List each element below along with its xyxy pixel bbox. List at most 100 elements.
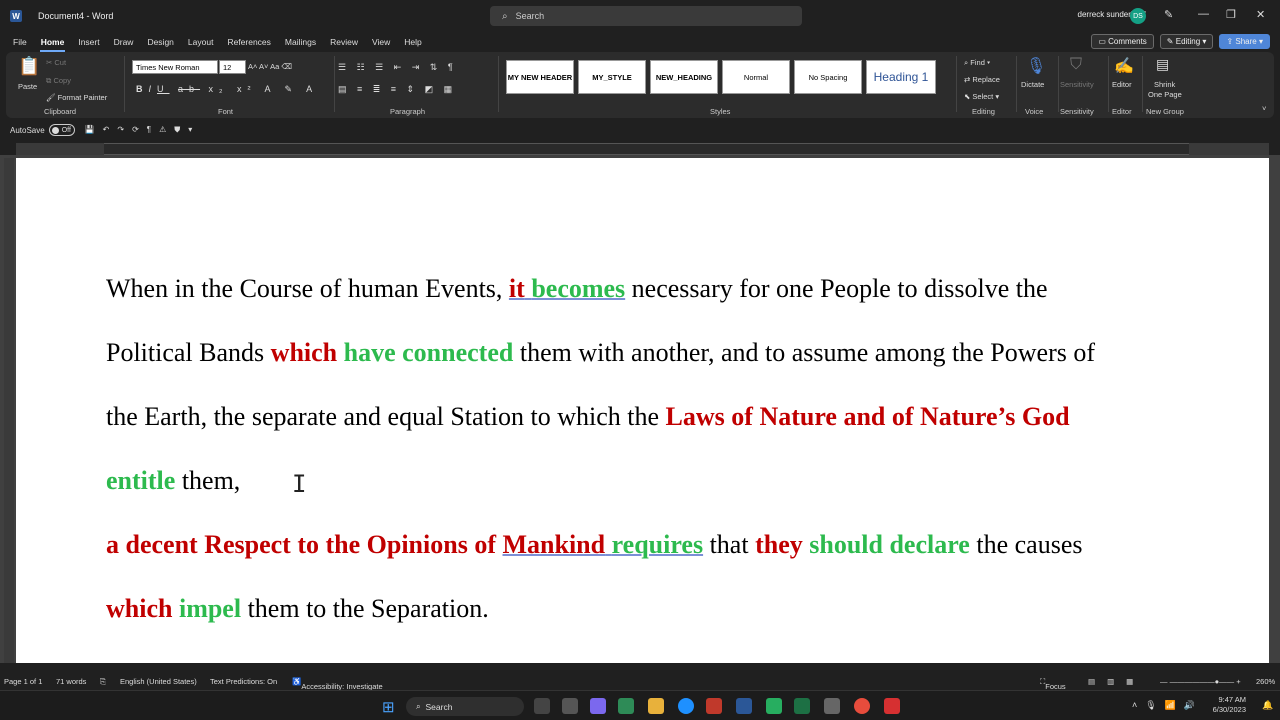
shrink-icon[interactable]: ▤	[1156, 56, 1169, 73]
vertical-ruler[interactable]	[4, 158, 14, 663]
taskbar-search-label: Search	[425, 701, 453, 712]
tab-references[interactable]: References	[220, 32, 277, 52]
sensitivity-button[interactable]: Sensitivity	[1060, 80, 1094, 89]
zoom-level[interactable]: 260%	[1256, 677, 1275, 686]
share-button[interactable]: ⇪ Share ▾	[1219, 34, 1270, 49]
clock[interactable]: 9:47 AM 6/30/2023	[1213, 695, 1246, 715]
editing-label: Editing	[972, 107, 995, 116]
tab-insert[interactable]: Insert	[71, 32, 106, 52]
accessibility-status[interactable]: ♿ Accessibility: Investigate	[292, 677, 383, 691]
dictate-button[interactable]: Dictate	[1021, 80, 1044, 89]
tab-review[interactable]: Review	[323, 32, 365, 52]
clock-time: 9:47 AM	[1218, 695, 1246, 704]
copy-label: Copy	[53, 76, 71, 85]
search-icon: ⌕	[502, 10, 508, 22]
list-icons[interactable]: ☰ ☷ ☰ ⇤ ⇥ ⇅ ¶	[338, 62, 457, 73]
doc-line-1[interactable]: When in the Course of human Events, it b…	[106, 274, 1048, 304]
comment-icon: ▭	[1098, 37, 1109, 46]
find-label: Find	[970, 58, 985, 67]
search-input[interactable]: ⌕ Search	[490, 6, 802, 26]
doc-line-5[interactable]: a decent Respect to the Opinions of Mank…	[106, 530, 1082, 560]
paste-icon[interactable]: 📋	[18, 56, 40, 77]
format-painter-button[interactable]: 🖌 Format Painter	[46, 93, 107, 102]
edge-icon[interactable]	[678, 698, 694, 714]
styles-label: Styles	[710, 107, 731, 116]
close-icon[interactable]: ✕	[1256, 8, 1265, 21]
system-tray-icons[interactable]: ˄🎙📶🔊	[1132, 700, 1203, 711]
powerpoint-icon[interactable]	[706, 698, 722, 714]
style-no-spacing[interactable]: No Spacing	[794, 60, 862, 94]
text-predictions[interactable]: Text Predictions: On	[210, 677, 277, 686]
tab-file[interactable]: File	[6, 32, 34, 52]
tab-view[interactable]: View	[365, 32, 397, 52]
collapse-ribbon-icon[interactable]: ˅	[1262, 104, 1266, 113]
page-count[interactable]: Page 1 of 1	[4, 677, 42, 686]
horizontal-ruler[interactable]	[16, 143, 1269, 155]
taskbar-search[interactable]: ⌕ Search	[406, 697, 524, 716]
tab-layout[interactable]: Layout	[181, 32, 221, 52]
task-view-icon[interactable]	[562, 698, 578, 714]
language[interactable]: English (United States)	[120, 677, 197, 686]
teams-icon[interactable]	[590, 698, 606, 714]
doc-line-4[interactable]: entitle them,	[106, 466, 240, 496]
file-explorer-icon[interactable]	[648, 698, 664, 714]
shrink-button[interactable]: Shrink	[1154, 80, 1175, 89]
select-button[interactable]: ⬉ Select ▾	[964, 92, 999, 101]
replace-button[interactable]: ⇄ Replace	[964, 75, 1000, 84]
word-taskbar-icon[interactable]	[736, 698, 752, 714]
find-button[interactable]: ⌕ Find ▾	[964, 58, 990, 68]
restore-icon[interactable]: ❐	[1226, 8, 1236, 21]
copy-button[interactable]: ⧉ Copy	[46, 76, 71, 86]
grow-font-icon[interactable]: A˄ A˅ Aa ⌫	[248, 62, 292, 71]
font-name-select[interactable]: Times New Roman	[132, 60, 218, 74]
doc-line-6[interactable]: which impel them to the Separation.	[106, 594, 489, 624]
editing-mode-button[interactable]: ✎ Editing ▾	[1159, 34, 1214, 49]
word-count[interactable]: 71 words	[56, 677, 86, 686]
shrink-button-line2[interactable]: One Page	[1148, 90, 1182, 99]
zoom-slider[interactable]: — ——————●—— +	[1160, 677, 1241, 686]
app-icon[interactable]	[884, 698, 900, 714]
style-normal[interactable]: Normal	[722, 60, 790, 94]
tab-home[interactable]: Home	[34, 32, 72, 52]
app-icon[interactable]	[618, 698, 634, 714]
doc-line-2[interactable]: Political Bands which have connected the…	[106, 338, 1095, 368]
tab-help[interactable]: Help	[397, 32, 428, 52]
bing-icon[interactable]	[534, 698, 550, 714]
minimize-icon[interactable]: —	[1198, 8, 1209, 20]
autosave-toggle[interactable]: Off	[48, 124, 75, 136]
ribbon: 📋 Paste ✂ Cut ⧉ Copy 🖌 Format Painter Cl…	[6, 52, 1274, 118]
style-my-new-header[interactable]: MY NEW HEADER	[506, 60, 574, 94]
word-icon: W	[10, 10, 22, 22]
comments-button[interactable]: ▭ Comments	[1091, 34, 1154, 49]
cut-button[interactable]: ✂ Cut	[46, 58, 66, 67]
chrome-icon[interactable]	[854, 698, 870, 714]
tab-draw[interactable]: Draw	[107, 32, 141, 52]
qat-icons[interactable]: 💾↶↷⟳¶⚠⛊▾	[85, 125, 201, 135]
view-mode-icons[interactable]: ▤▥▦	[1088, 677, 1145, 686]
style-my-style[interactable]: MY_STYLE	[578, 60, 646, 94]
app-icon[interactable]	[766, 698, 782, 714]
windows-start-icon[interactable]: ⊞	[382, 698, 398, 716]
doc-text-red: Mankind	[502, 530, 606, 559]
focus-button[interactable]: ⛶ Focus	[1040, 677, 1066, 691]
editor-icon[interactable]: ✍	[1114, 56, 1134, 76]
proofing-icon[interactable]: ⎘	[100, 677, 106, 687]
font-format-icons[interactable]: BIU ab x₂ x² A ✎ A	[136, 84, 318, 95]
avatar[interactable]: DS	[1130, 8, 1146, 24]
align-icons[interactable]: ▤ ≡ ≣ ≡ ⇕ ◩ ▦	[338, 84, 456, 95]
doc-text-red: Laws of Nature and of Nature’s God	[665, 402, 1070, 431]
app-icon[interactable]	[824, 698, 840, 714]
style-new-heading[interactable]: NEW_HEADING	[650, 60, 718, 94]
microphone-icon[interactable]: 🎙	[1026, 56, 1046, 76]
tab-mailings[interactable]: Mailings	[278, 32, 323, 52]
font-size-select[interactable]: 12	[219, 60, 246, 74]
tab-design[interactable]: Design	[140, 32, 180, 52]
excel-icon[interactable]	[794, 698, 810, 714]
paste-button[interactable]: Paste	[18, 82, 37, 91]
notification-icon[interactable]: 🔔	[1262, 700, 1273, 711]
doc-line-3[interactable]: the Earth, the separate and equal Statio…	[106, 402, 1070, 432]
doc-text: that	[703, 530, 756, 559]
pen-icon[interactable]: ✎	[1164, 8, 1173, 21]
style-heading-1[interactable]: Heading 1	[866, 60, 936, 94]
editor-button[interactable]: Editor	[1112, 80, 1132, 89]
